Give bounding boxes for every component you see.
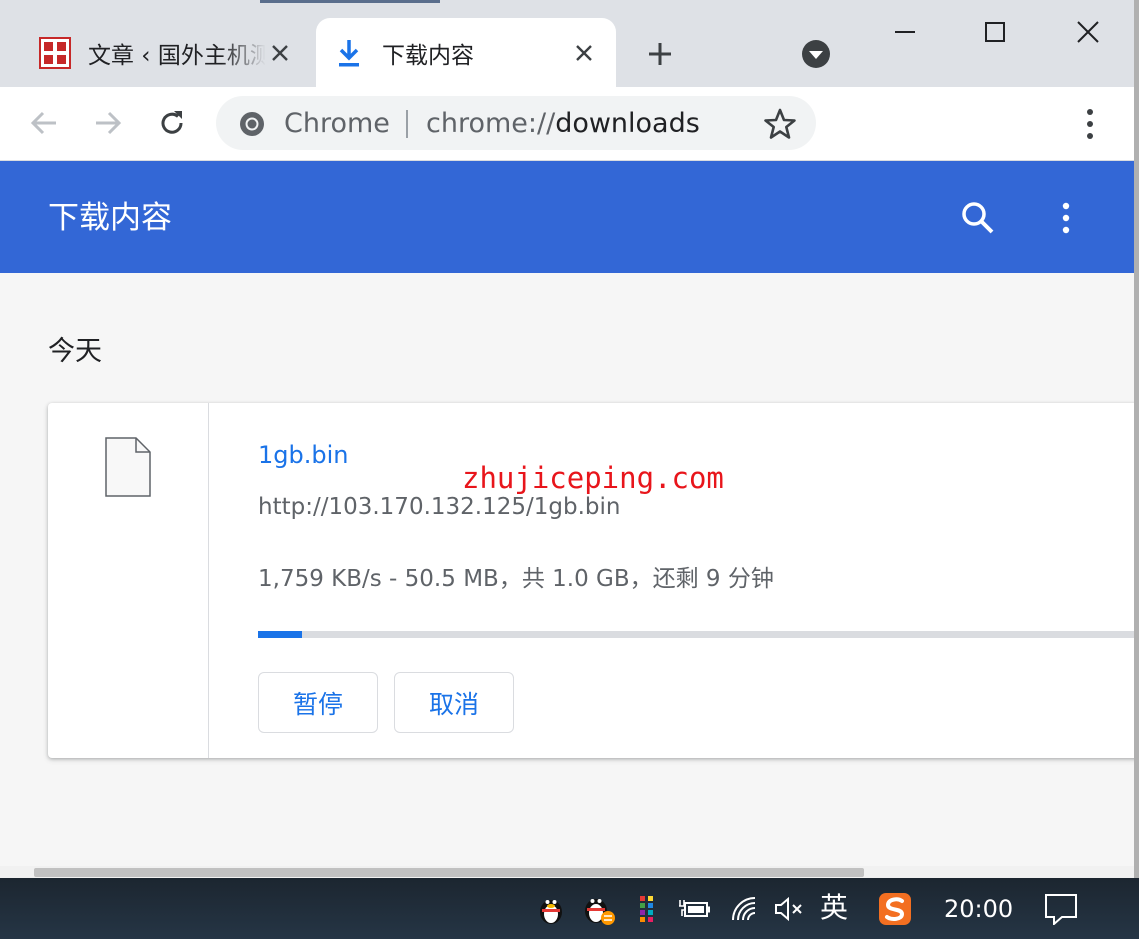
watermark-text: zhujiceping.com xyxy=(462,461,724,495)
download-progress-bar xyxy=(258,631,1139,638)
url-scheme: chrome:// xyxy=(426,108,556,139)
file-name-link[interactable]: 1gb.bin xyxy=(258,438,348,472)
back-arrow-icon[interactable] xyxy=(24,103,64,143)
omnibox-separator xyxy=(406,110,408,138)
taskbar-clock[interactable]: 20:00 xyxy=(944,892,1013,926)
chrome-logo-icon xyxy=(238,110,266,138)
minimize-icon[interactable] xyxy=(880,10,930,54)
cancel-button[interactable]: 取消 xyxy=(394,672,514,733)
color-grid-app-icon[interactable] xyxy=(630,890,664,928)
tab-downloads[interactable]: 下载内容 xyxy=(316,18,616,87)
window-right-edge xyxy=(1134,0,1139,878)
desktop-edge xyxy=(260,0,440,3)
browser-menu-icon[interactable] xyxy=(1074,104,1106,144)
horizontal-scrollbar-thumb[interactable] xyxy=(34,868,864,877)
close-tab-icon[interactable] xyxy=(570,39,598,67)
qq-penguin-icon[interactable] xyxy=(534,890,568,928)
sogou-input-icon[interactable] xyxy=(878,890,912,928)
download-progress-fill xyxy=(258,631,302,638)
omnibox-url[interactable]: chrome://downloads xyxy=(426,104,700,144)
download-icon xyxy=(332,36,366,70)
site-favicon-icon xyxy=(38,36,72,70)
card-divider xyxy=(208,403,209,758)
date-section-label: 今天 xyxy=(48,336,102,367)
tab-title: 下载内容 xyxy=(382,42,474,69)
url-host: downloads xyxy=(555,108,700,139)
volume-muted-icon[interactable] xyxy=(772,890,806,928)
close-window-icon[interactable] xyxy=(1063,10,1113,54)
close-tab-icon[interactable] xyxy=(266,39,294,67)
download-status: 1,759 KB/s - 50.5 MB，共 1.0 GB，还剩 9 分钟 xyxy=(258,566,774,592)
tab-wordpress[interactable]: 文章 ‹ 国外主机测评 — WordPress xyxy=(22,18,312,87)
input-method-indicator[interactable]: 英 xyxy=(820,888,848,928)
forward-arrow-icon[interactable] xyxy=(88,103,128,143)
new-tab-plus-icon[interactable] xyxy=(640,38,680,70)
pause-button[interactable]: 暂停 xyxy=(258,672,378,733)
tab-title: 文章 ‹ 国外主机测评 — WordPress xyxy=(88,42,266,69)
reload-icon[interactable] xyxy=(152,103,192,143)
wifi-icon[interactable] xyxy=(728,890,762,928)
action-center-icon[interactable] xyxy=(1044,890,1078,928)
battery-plug-icon[interactable] xyxy=(678,890,712,928)
search-icon[interactable] xyxy=(956,196,1000,240)
maximize-icon[interactable] xyxy=(970,10,1020,54)
bookmark-star-icon[interactable] xyxy=(762,106,798,142)
page-title: 下载内容 xyxy=(48,200,172,236)
qq-message-icon[interactable] xyxy=(582,890,616,928)
tab-search-chevron-down-icon[interactable] xyxy=(800,38,832,70)
file-icon xyxy=(104,436,152,498)
omnibox-chip-label: Chrome xyxy=(284,108,390,139)
downloads-menu-icon[interactable] xyxy=(1050,196,1082,240)
